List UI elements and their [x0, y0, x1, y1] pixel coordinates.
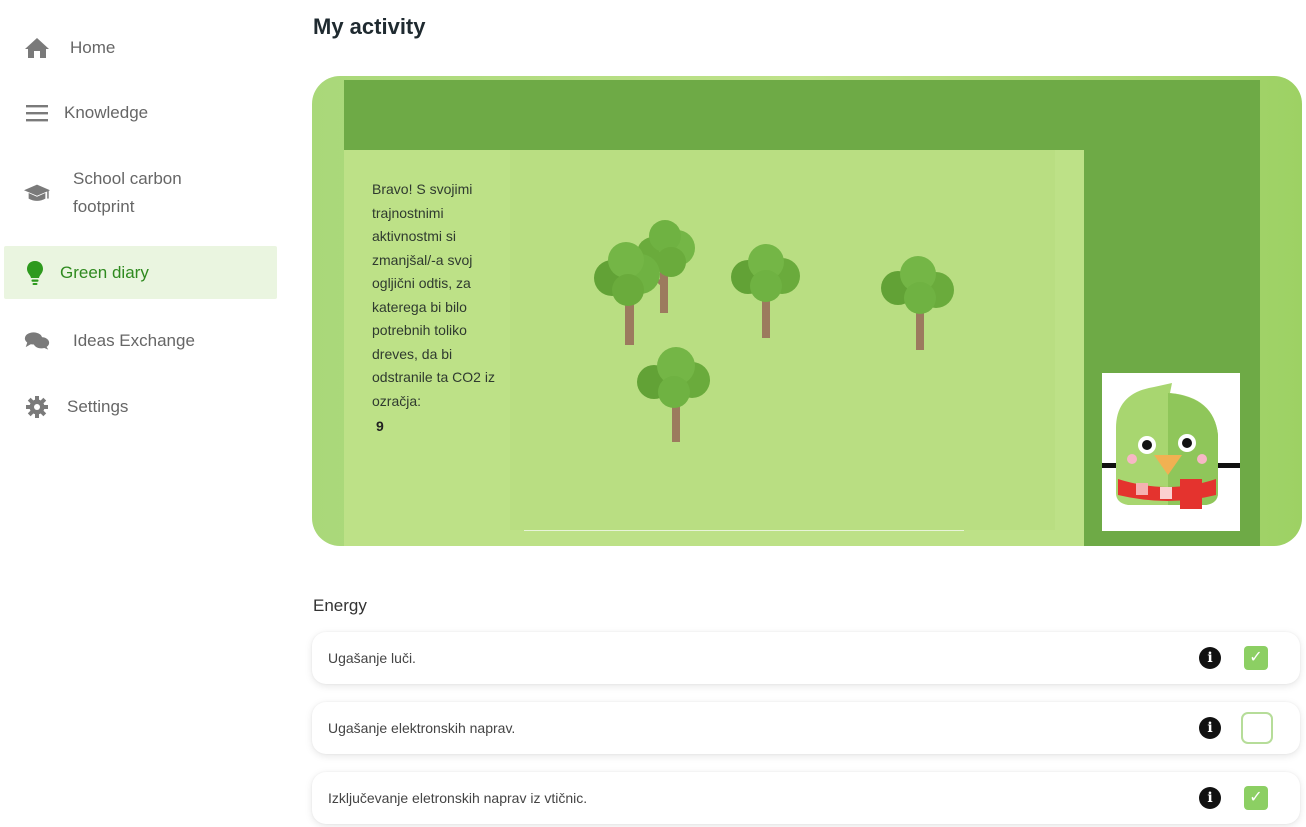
sidebar-item-knowledge[interactable]: Knowledge	[4, 95, 277, 131]
activity-label: Ugašanje elektronskih naprav.	[328, 720, 516, 736]
sidebar-item-ideas-exchange[interactable]: Ideas Exchange	[4, 323, 277, 359]
sidebar-item-label: School carbon footprint	[73, 169, 182, 216]
menu-icon	[24, 100, 50, 126]
activity-checkbox[interactable]	[1241, 712, 1273, 744]
bird-mascot-icon	[1102, 383, 1240, 509]
activity-row: Izključevanje eletronskih naprav iz vtič…	[312, 772, 1300, 824]
sidebar-item-label: Ideas Exchange	[73, 331, 195, 350]
mascot-image	[1102, 373, 1240, 531]
graduation-cap-icon	[24, 180, 50, 206]
sidebar-item-school-carbon-footprint[interactable]: School carbon footprint	[4, 162, 277, 224]
tree-icon	[637, 347, 710, 442]
tree-count: 9	[376, 418, 384, 434]
lightbulb-icon	[22, 260, 48, 286]
info-icon[interactable]: i	[1199, 717, 1221, 739]
section-title-energy: Energy	[313, 596, 367, 615]
sidebar-item-label: Home	[70, 38, 116, 57]
activity-label: Izključevanje eletronskih naprav iz vtič…	[328, 790, 588, 806]
sidebar-item-settings[interactable]: Settings	[4, 389, 277, 425]
activity-checkbox[interactable]: ✓	[1244, 786, 1268, 810]
sidebar-item-label: Knowledge	[64, 103, 149, 122]
activity-checkbox[interactable]: ✓	[1244, 646, 1268, 670]
sidebar: Home Knowledge School carbon footprint G…	[0, 0, 280, 827]
bravo-message: Bravo! S svojimi trajnostnimi aktivnostm…	[372, 181, 495, 409]
home-icon	[24, 35, 50, 61]
chat-bubbles-icon	[24, 328, 50, 354]
tree-icon	[731, 244, 800, 338]
info-icon[interactable]: i	[1199, 647, 1221, 669]
activity-label: Ugašanje luči.	[328, 650, 416, 666]
tree-icon	[881, 256, 954, 350]
trees-divider	[524, 530, 964, 531]
sidebar-item-home[interactable]: Home	[4, 30, 277, 66]
sidebar-item-green-diary[interactable]: Green diary	[4, 246, 277, 299]
activity-row: Ugašanje luči. i ✓	[312, 632, 1300, 684]
page-title: My activity	[313, 14, 426, 39]
activity-row: Ugašanje elektronskih naprav. i	[312, 702, 1300, 754]
activity-banner: Bravo! S svojimi trajnostnimi aktivnostm…	[312, 76, 1302, 546]
sidebar-item-label: Green diary	[60, 262, 149, 282]
sidebar-item-label: Settings	[67, 397, 129, 416]
info-icon[interactable]: i	[1199, 787, 1221, 809]
gear-icon	[24, 394, 50, 420]
tree-icon	[594, 242, 660, 345]
